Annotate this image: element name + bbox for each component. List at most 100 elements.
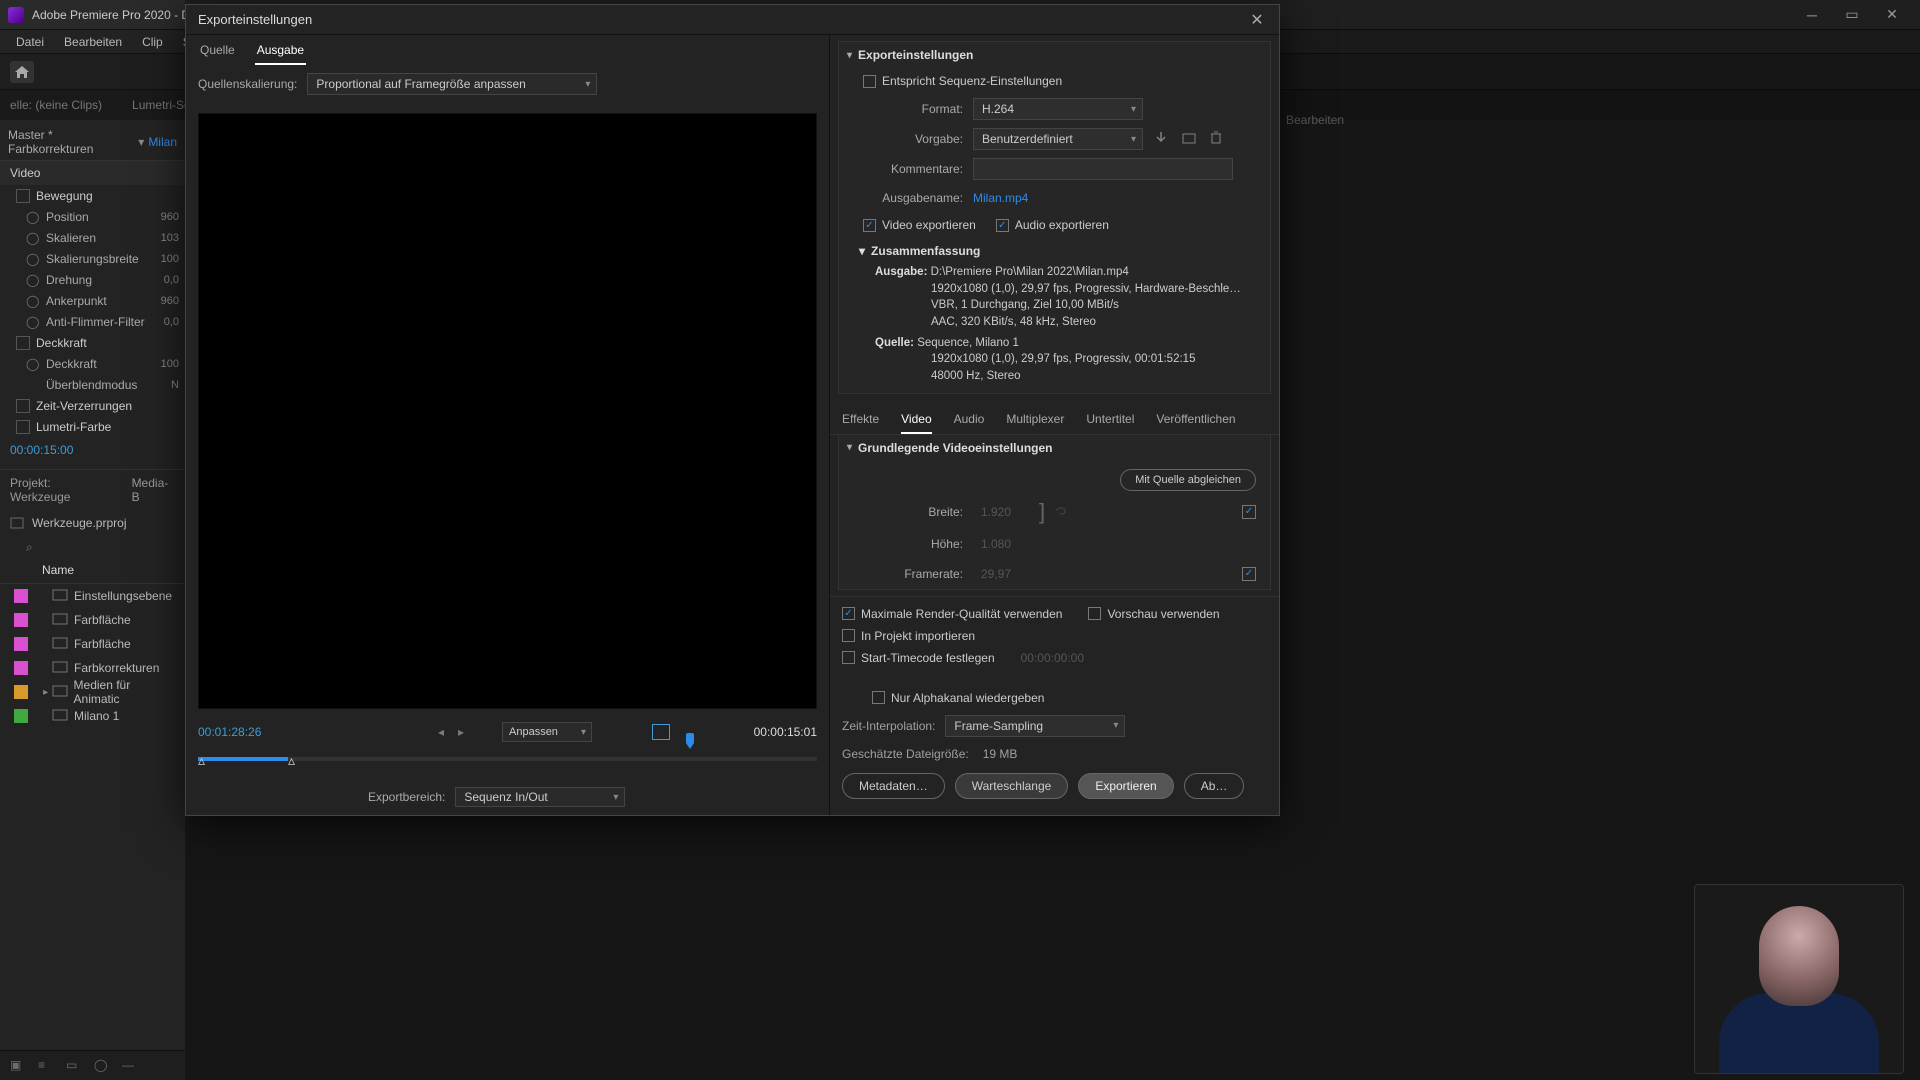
export-audio-checkbox[interactable]: Audio exportieren — [996, 218, 1109, 232]
settings-tabs: Effekte Video Audio Multiplexer Untertit… — [830, 400, 1279, 435]
tab-untertitel[interactable]: Untertitel — [1086, 406, 1134, 434]
stopwatch-icon[interactable]: ◯ — [26, 294, 40, 308]
import-preset-icon[interactable] — [1181, 131, 1199, 147]
tool-icon[interactable]: ▭ — [66, 1058, 82, 1074]
height-value[interactable]: 1.080 — [981, 537, 1035, 551]
scaling-dropdown[interactable]: Proportional auf Framegröße anpassen — [307, 73, 597, 95]
bin-item[interactable]: Farbfläche — [0, 632, 185, 656]
aspect-icon[interactable] — [652, 724, 670, 740]
tab-multiplexer[interactable]: Multiplexer — [1006, 406, 1064, 434]
tab-quelle[interactable]: Quelle — [198, 37, 237, 65]
search-icon[interactable]: ⌕ — [26, 540, 40, 554]
cancel-button[interactable]: Ab… — [1184, 773, 1245, 799]
list-header-name[interactable]: Name — [0, 557, 185, 584]
bin-item[interactable]: Milano 1 — [0, 704, 185, 728]
time-interpolation-dropdown[interactable]: Frame-Sampling — [945, 715, 1125, 737]
close-button[interactable]: ✕ — [1872, 1, 1912, 29]
bin-item[interactable]: Einstellungsebene — [0, 584, 185, 608]
dialog-close-icon[interactable]: ✕ — [1247, 10, 1267, 30]
width-value[interactable]: 1.920 — [981, 505, 1035, 519]
menu-datei[interactable]: Datei — [6, 33, 54, 51]
stopwatch-icon[interactable]: ◯ — [26, 357, 40, 371]
bin-item[interactable]: Farbkorrekturen — [0, 656, 185, 680]
fx-toggle-icon[interactable] — [16, 189, 30, 203]
use-preview-checkbox[interactable]: Vorschau verwenden — [1088, 607, 1219, 621]
bin-item-label: Farbkorrekturen — [74, 661, 159, 675]
match-source-button[interactable]: Mit Quelle abgleichen — [1120, 469, 1256, 491]
media-browser-tab[interactable]: Media-B — [132, 476, 175, 504]
fx-sequence[interactable]: Milan — [148, 135, 177, 149]
stopwatch-icon[interactable]: ◯ — [26, 252, 40, 266]
comments-input[interactable] — [973, 158, 1233, 180]
out-handle[interactable]: ▵ — [288, 752, 295, 769]
max-quality-checkbox[interactable]: Maximale Render-Qualität verwenden — [842, 607, 1062, 621]
height-label: Höhe: — [853, 537, 963, 551]
bin-item-icon — [52, 589, 68, 603]
webcam-overlay — [1694, 884, 1904, 1074]
match-sequence-checkbox[interactable]: Entspricht Sequenz-Einstellungen — [863, 74, 1062, 88]
tab-audio[interactable]: Audio — [954, 406, 985, 434]
queue-button[interactable]: Warteschlange — [955, 773, 1069, 799]
alpha-only-checkbox[interactable]: Nur Alphakanal wiedergeben — [872, 691, 1044, 705]
bin-item-label: Farbfläche — [74, 613, 131, 627]
project-tab[interactable]: Projekt: Werkzeuge — [10, 476, 112, 504]
outputname-link[interactable]: Milan.mp4 — [973, 191, 1028, 205]
twisty-icon[interactable]: ▾ — [847, 50, 852, 61]
menu-clip[interactable]: Clip — [132, 33, 173, 51]
fit-dropdown[interactable]: Anpassen — [502, 722, 592, 742]
tool-icon[interactable]: — — [122, 1058, 138, 1074]
twisty-icon[interactable]: ▾ — [847, 442, 852, 453]
fx-toggle-icon[interactable] — [16, 336, 30, 350]
preview-timecode-out[interactable]: 00:00:15:01 — [754, 725, 817, 739]
minimize-button[interactable]: ─ — [1792, 1, 1832, 29]
bin-item[interactable]: Farbfläche — [0, 608, 185, 632]
framerate-match-checkbox[interactable] — [1242, 567, 1256, 581]
twisty-icon[interactable]: ▾ — [859, 244, 865, 258]
preview-canvas[interactable] — [198, 113, 817, 709]
start-timecode-checkbox[interactable]: Start-Timecode festlegen — [842, 651, 995, 665]
stopwatch-icon[interactable]: ◯ — [26, 273, 40, 287]
format-dropdown[interactable]: H.264 — [973, 98, 1143, 120]
tool-icon[interactable]: ◯ — [94, 1058, 110, 1074]
summary-header: Zusammenfassung — [871, 244, 980, 258]
import-project-checkbox[interactable]: In Projekt importieren — [842, 629, 975, 643]
export-video-checkbox[interactable]: Video exportieren — [863, 218, 976, 232]
tab-video[interactable]: Video — [901, 406, 931, 434]
bin-item[interactable]: ▸Medien für Animatic — [0, 680, 185, 704]
maximize-button[interactable]: ▭ — [1832, 1, 1872, 29]
preset-dropdown[interactable]: Benutzerdefiniert — [973, 128, 1143, 150]
save-preset-icon[interactable] — [1153, 131, 1171, 147]
stopwatch-icon[interactable]: ◯ — [26, 315, 40, 329]
framerate-value[interactable]: 29,97 — [981, 567, 1035, 581]
export-button[interactable]: Exportieren — [1078, 773, 1173, 799]
width-label: Breite: — [853, 505, 963, 519]
preview-timecode-in[interactable]: 00:01:28:26 — [198, 725, 318, 739]
step-back-icon[interactable]: ◂ — [438, 725, 452, 739]
app-logo — [8, 7, 24, 23]
playhead-icon[interactable] — [686, 733, 696, 749]
home-icon[interactable] — [10, 61, 34, 83]
range-slider[interactable]: ▵ ▵ — [198, 749, 817, 769]
metadata-button[interactable]: Metadaten… — [842, 773, 945, 799]
stopwatch-icon[interactable]: ◯ — [26, 231, 40, 245]
fx-timecode[interactable]: 00:00:15:00 — [0, 437, 185, 463]
tab-ausgabe[interactable]: Ausgabe — [255, 37, 306, 65]
tool-icon[interactable]: ≡ — [38, 1058, 54, 1074]
fx-toggle-icon[interactable] — [16, 420, 30, 434]
fx-toggle-icon[interactable] — [16, 399, 30, 413]
width-match-checkbox[interactable] — [1242, 505, 1256, 519]
outputname-label: Ausgabename: — [863, 191, 963, 205]
expand-icon[interactable]: ▸ — [40, 687, 52, 698]
export-range-dropdown[interactable]: Sequenz In/Out — [455, 787, 625, 807]
chevron-down-icon[interactable]: ▾ — [138, 135, 144, 149]
tab-veroeffentlichen[interactable]: Veröffentlichen — [1156, 406, 1235, 434]
fx-group-zeit: Zeit-Verzerrungen — [0, 395, 185, 416]
stopwatch-icon[interactable]: ◯ — [26, 210, 40, 224]
in-handle[interactable]: ▵ — [198, 752, 205, 769]
tab-effekte[interactable]: Effekte — [842, 406, 879, 434]
play-icon[interactable]: ▸ — [458, 725, 472, 739]
tool-icon[interactable]: ▣ — [10, 1058, 26, 1074]
menu-bearbeiten[interactable]: Bearbeiten — [54, 33, 132, 51]
delete-preset-icon[interactable] — [1209, 131, 1227, 147]
link-icon[interactable] — [1053, 505, 1069, 519]
